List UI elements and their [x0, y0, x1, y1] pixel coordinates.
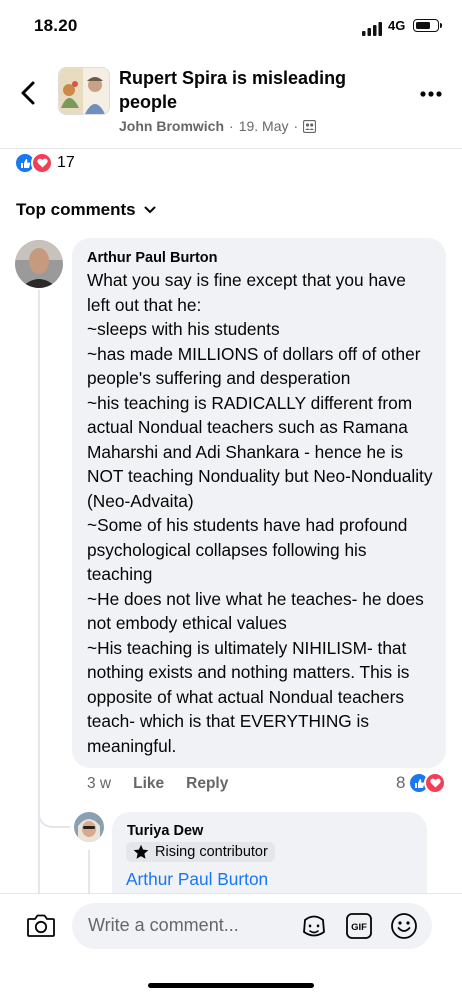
header-divider	[0, 148, 462, 149]
gif-icon[interactable]: GIF	[345, 912, 373, 940]
back-arrow-icon[interactable]	[18, 80, 40, 106]
camera-icon[interactable]	[26, 911, 56, 939]
reaction-count: 17	[57, 154, 75, 171]
post-date[interactable]: 19. May	[239, 118, 289, 134]
comment-sort-dropdown[interactable]: Top comments	[16, 200, 156, 220]
comment-reaction-count: 8	[396, 773, 406, 792]
post-author[interactable]: John Bromwich	[119, 118, 224, 134]
more-options-icon[interactable]	[420, 90, 442, 98]
battery-tip	[440, 23, 442, 28]
love-reaction-icon	[31, 152, 53, 174]
sort-label: Top comments	[16, 200, 136, 219]
battery-icon	[413, 19, 439, 32]
status-time: 18.20	[34, 16, 78, 35]
love-reaction-icon	[424, 772, 447, 794]
group-audience-icon	[303, 119, 317, 133]
comment-author[interactable]: Arthur Paul Burton	[87, 250, 218, 266]
meta-separator: ·	[229, 118, 234, 134]
mention-link[interactable]: Arthur Paul Burton	[126, 869, 268, 890]
avatar-sticker-icon[interactable]	[300, 912, 328, 940]
commenter-avatar[interactable]	[15, 240, 63, 288]
comment-placeholder[interactable]: Write a comment...	[88, 915, 239, 936]
comment-time: 3 w	[87, 775, 112, 792]
badge-label: Rising contributor	[155, 844, 268, 860]
thread-curve	[38, 790, 70, 828]
meta-separator-2: ·	[293, 118, 299, 134]
post-title: Rupert Spira is misleading people	[119, 68, 347, 112]
home-indicator	[148, 983, 314, 988]
post-reactions[interactable]: 17	[14, 152, 75, 174]
reply-avatar[interactable]	[74, 812, 104, 842]
group-thumbnail[interactable]	[58, 67, 110, 115]
comment-reactions[interactable]: 8	[396, 772, 447, 794]
reply-thread-line	[88, 850, 90, 893]
post-meta: John Bromwich · 19. May ·	[119, 118, 317, 134]
svg-text:GIF: GIF	[351, 922, 367, 933]
comment-text: What you say is fine except that you hav…	[87, 270, 433, 756]
emoji-icon[interactable]	[390, 912, 418, 940]
comment-actions: 3 w Like Reply	[87, 775, 228, 793]
network-type: 4G	[388, 18, 406, 33]
like-button[interactable]: Like	[133, 775, 164, 793]
reply-author[interactable]: Turiya Dew	[127, 823, 203, 839]
cellular-signal-icon	[362, 22, 382, 36]
contributor-badge: Rising contributor	[126, 842, 275, 862]
chevron-down-icon	[144, 206, 156, 214]
reply-button[interactable]: Reply	[186, 775, 228, 793]
star-icon	[133, 844, 149, 859]
